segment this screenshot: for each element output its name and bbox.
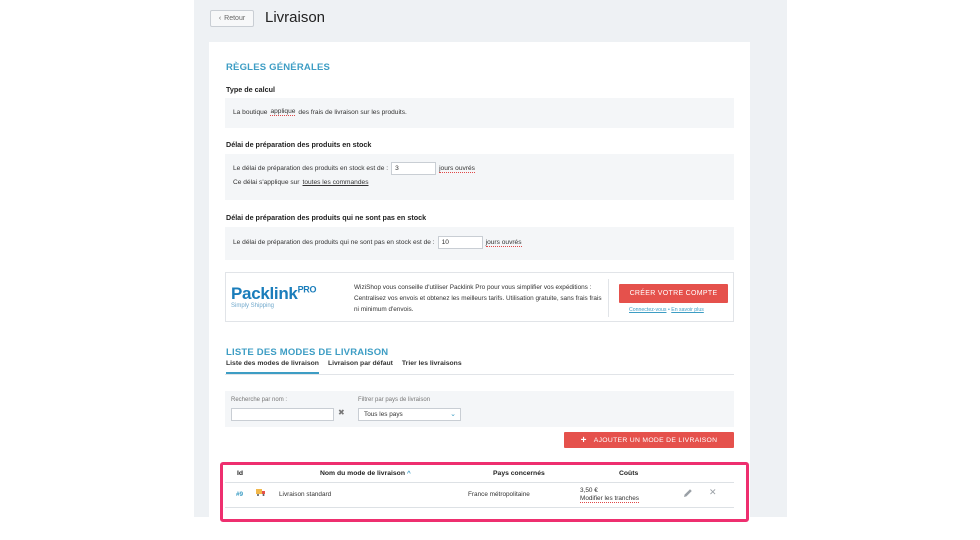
outstock-unit-link[interactable]: jours ouvrés xyxy=(485,239,522,247)
packlink-banner: PacklinkPRO Simply Shipping WiziShop vou… xyxy=(225,272,734,322)
packlink-links: Connectez-vous • En savoir plus xyxy=(629,307,704,313)
general-rules-title: RÈGLES GÉNÉRALES xyxy=(226,62,331,73)
packlink-logo-pro: PRO xyxy=(297,284,317,295)
country-filter-label: Filtrer par pays de livraison xyxy=(358,397,431,403)
packlink-description: WiziShop vous conseille d'utiliser Packl… xyxy=(354,284,602,313)
tab-modes-list[interactable]: Liste des modes de livraison xyxy=(226,360,319,374)
packlink-logo: PacklinkPRO xyxy=(231,284,316,304)
packlink-divider xyxy=(608,279,609,317)
highlight-frame xyxy=(220,462,749,522)
settings-card: RÈGLES GÉNÉRALES Type de calcul La bouti… xyxy=(209,42,750,517)
create-account-button[interactable]: CRÉER VOTRE COMPTE xyxy=(619,284,728,303)
tab-sort-deliveries[interactable]: Trier les livraisons xyxy=(402,360,462,374)
tab-default-delivery[interactable]: Livraison par défaut xyxy=(328,360,393,374)
outstock-delay-label: Délai de préparation des produits qui ne… xyxy=(226,213,427,222)
country-filter-select[interactable]: Tous les pays ⌄ xyxy=(358,408,461,421)
instock-delay-box: Le délai de préparation des produits en … xyxy=(225,154,734,200)
packlink-tagline: Simply Shipping xyxy=(231,303,275,309)
calc-type-link[interactable]: applique xyxy=(270,108,296,116)
app-window: ‹ Retour Livraison RÈGLES GÉNÉRALES Type… xyxy=(194,0,787,517)
search-input[interactable] xyxy=(231,408,334,421)
country-filter-value: Tous les pays xyxy=(364,411,403,418)
delivery-tabs: Liste des modes de livraison Livraison p… xyxy=(226,360,462,374)
add-delivery-mode-label: AJOUTER UN MODE DE LIVRAISON xyxy=(593,436,718,444)
clear-search-icon[interactable]: ✖ xyxy=(338,408,345,417)
instock-delay-input[interactable]: 3 xyxy=(391,162,437,175)
search-label: Recherche par nom : xyxy=(231,397,288,403)
back-button[interactable]: ‹ Retour xyxy=(210,10,254,27)
calc-type-label: Type de calcul xyxy=(226,85,275,94)
add-delivery-mode-button[interactable]: + AJOUTER UN MODE DE LIVRAISON xyxy=(564,432,734,448)
filter-panel: Recherche par nom : ✖ Filtrer par pays d… xyxy=(225,391,734,427)
instock-delay-text: Le délai de préparation des produits en … xyxy=(233,165,389,172)
instock-unit-link[interactable]: jours ouvrés xyxy=(439,165,475,173)
learn-more-link[interactable]: En savoir plus xyxy=(671,307,704,313)
outstock-delay-text: Le délai de préparation des produits qui… xyxy=(233,239,435,246)
link-separator: • xyxy=(667,307,670,313)
packlink-logo-text: Packlink xyxy=(231,284,298,303)
all-orders-link[interactable]: toutes les commandes xyxy=(303,179,369,186)
instock-note-text: Ce délai s'applique sur xyxy=(233,179,300,186)
back-button-label: Retour xyxy=(224,15,246,22)
calc-text-post: des frais de livraison sur les produits. xyxy=(298,108,407,116)
calc-text-pre: La boutique xyxy=(233,108,268,116)
chevron-left-icon: ‹ xyxy=(218,15,222,22)
instock-delay-label: Délai de préparation des produits en sto… xyxy=(226,140,372,149)
outstock-delay-box: Le délai de préparation des produits qui… xyxy=(225,227,734,260)
plus-icon: + xyxy=(580,434,587,446)
connect-link[interactable]: Connectez-vous xyxy=(629,307,667,313)
tabs-divider xyxy=(225,374,734,375)
delivery-modes-title: LISTE DES MODES DE LIVRAISON xyxy=(226,347,389,358)
outstock-delay-input[interactable]: 10 xyxy=(437,236,483,249)
calc-type-box: La boutique applique des frais de livrai… xyxy=(225,98,734,128)
chevron-down-icon: ⌄ xyxy=(450,411,456,418)
page-title: Livraison xyxy=(265,9,326,26)
